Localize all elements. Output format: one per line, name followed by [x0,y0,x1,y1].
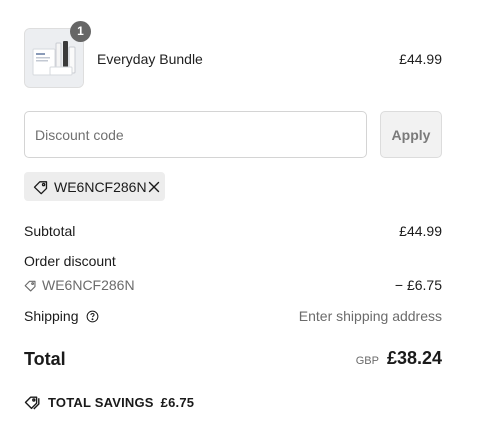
double-tag-icon [24,396,40,410]
applied-discount-tag: WE6NCF286N [24,172,165,201]
shipping-value: Enter shipping address [298,308,442,324]
order-discount-label: Order discount [24,253,116,269]
product-name: Everyday Bundle [97,51,203,67]
order-discount-code: WE6NCF286N [24,277,135,293]
total-amount: GBP £38.24 [356,348,442,369]
order-discount-code-text: WE6NCF286N [42,277,135,293]
product-price: £44.99 [399,51,442,67]
close-icon[interactable] [147,180,161,194]
total-savings-value: £6.75 [160,394,195,410]
tag-icon [33,179,49,195]
line-item: 1 Everyday Bundle £44.99 [24,21,442,88]
total-label: Total [24,349,66,369]
total-savings-label: TOTAL SAVINGS [48,394,154,410]
shipping-label: Shipping [24,308,79,324]
applied-discount-code: WE6NCF286N [54,178,147,195]
quantity-badge: 1 [70,21,91,42]
discount-code-input[interactable] [24,111,367,158]
total-value: £38.24 [386,348,442,368]
subtotal-value: £44.99 [399,223,442,239]
total-currency: GBP [355,355,379,367]
order-discount-value: − £6.75 [394,277,442,293]
checkout-order-summary: 1 Everyday Bundle £44.99 Apply WE6NCF286… [0,0,500,439]
shipping-label-group: Shipping [24,308,99,326]
total-savings: TOTAL SAVINGS £6.75 [24,394,194,410]
apply-discount-button[interactable]: Apply [380,111,442,158]
info-icon[interactable] [86,310,99,326]
tag-icon [24,280,36,292]
subtotal-label: Subtotal [24,223,76,239]
